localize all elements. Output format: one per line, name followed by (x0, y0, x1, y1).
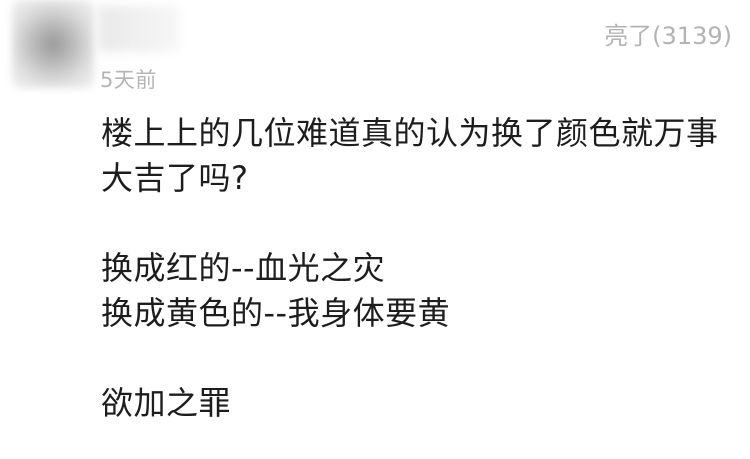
comment-line: 换成红的--血光之灾 (101, 249, 386, 287)
username-blurred[interactable] (98, 6, 180, 52)
comment-line: 欲加之罪 (101, 384, 232, 422)
comment-timestamp: 5天前 (100, 68, 157, 92)
like-button[interactable]: 亮了(3139) (604, 16, 732, 51)
avatar[interactable] (12, 0, 94, 88)
comment-body: 楼上上的几位难道真的认为换了颜色就万事 大吉了吗? 换成红的--血光之灾 换成黄… (101, 111, 733, 426)
comment-blank-line (101, 201, 733, 246)
comment-blank-line (101, 336, 733, 381)
comment-line: 换成黄色的--我身体要黄 (101, 294, 451, 332)
comment-line: 大吉了吗? (101, 159, 249, 197)
comment-line: 楼上上的几位难道真的认为换了颜色就万事 (101, 114, 719, 152)
